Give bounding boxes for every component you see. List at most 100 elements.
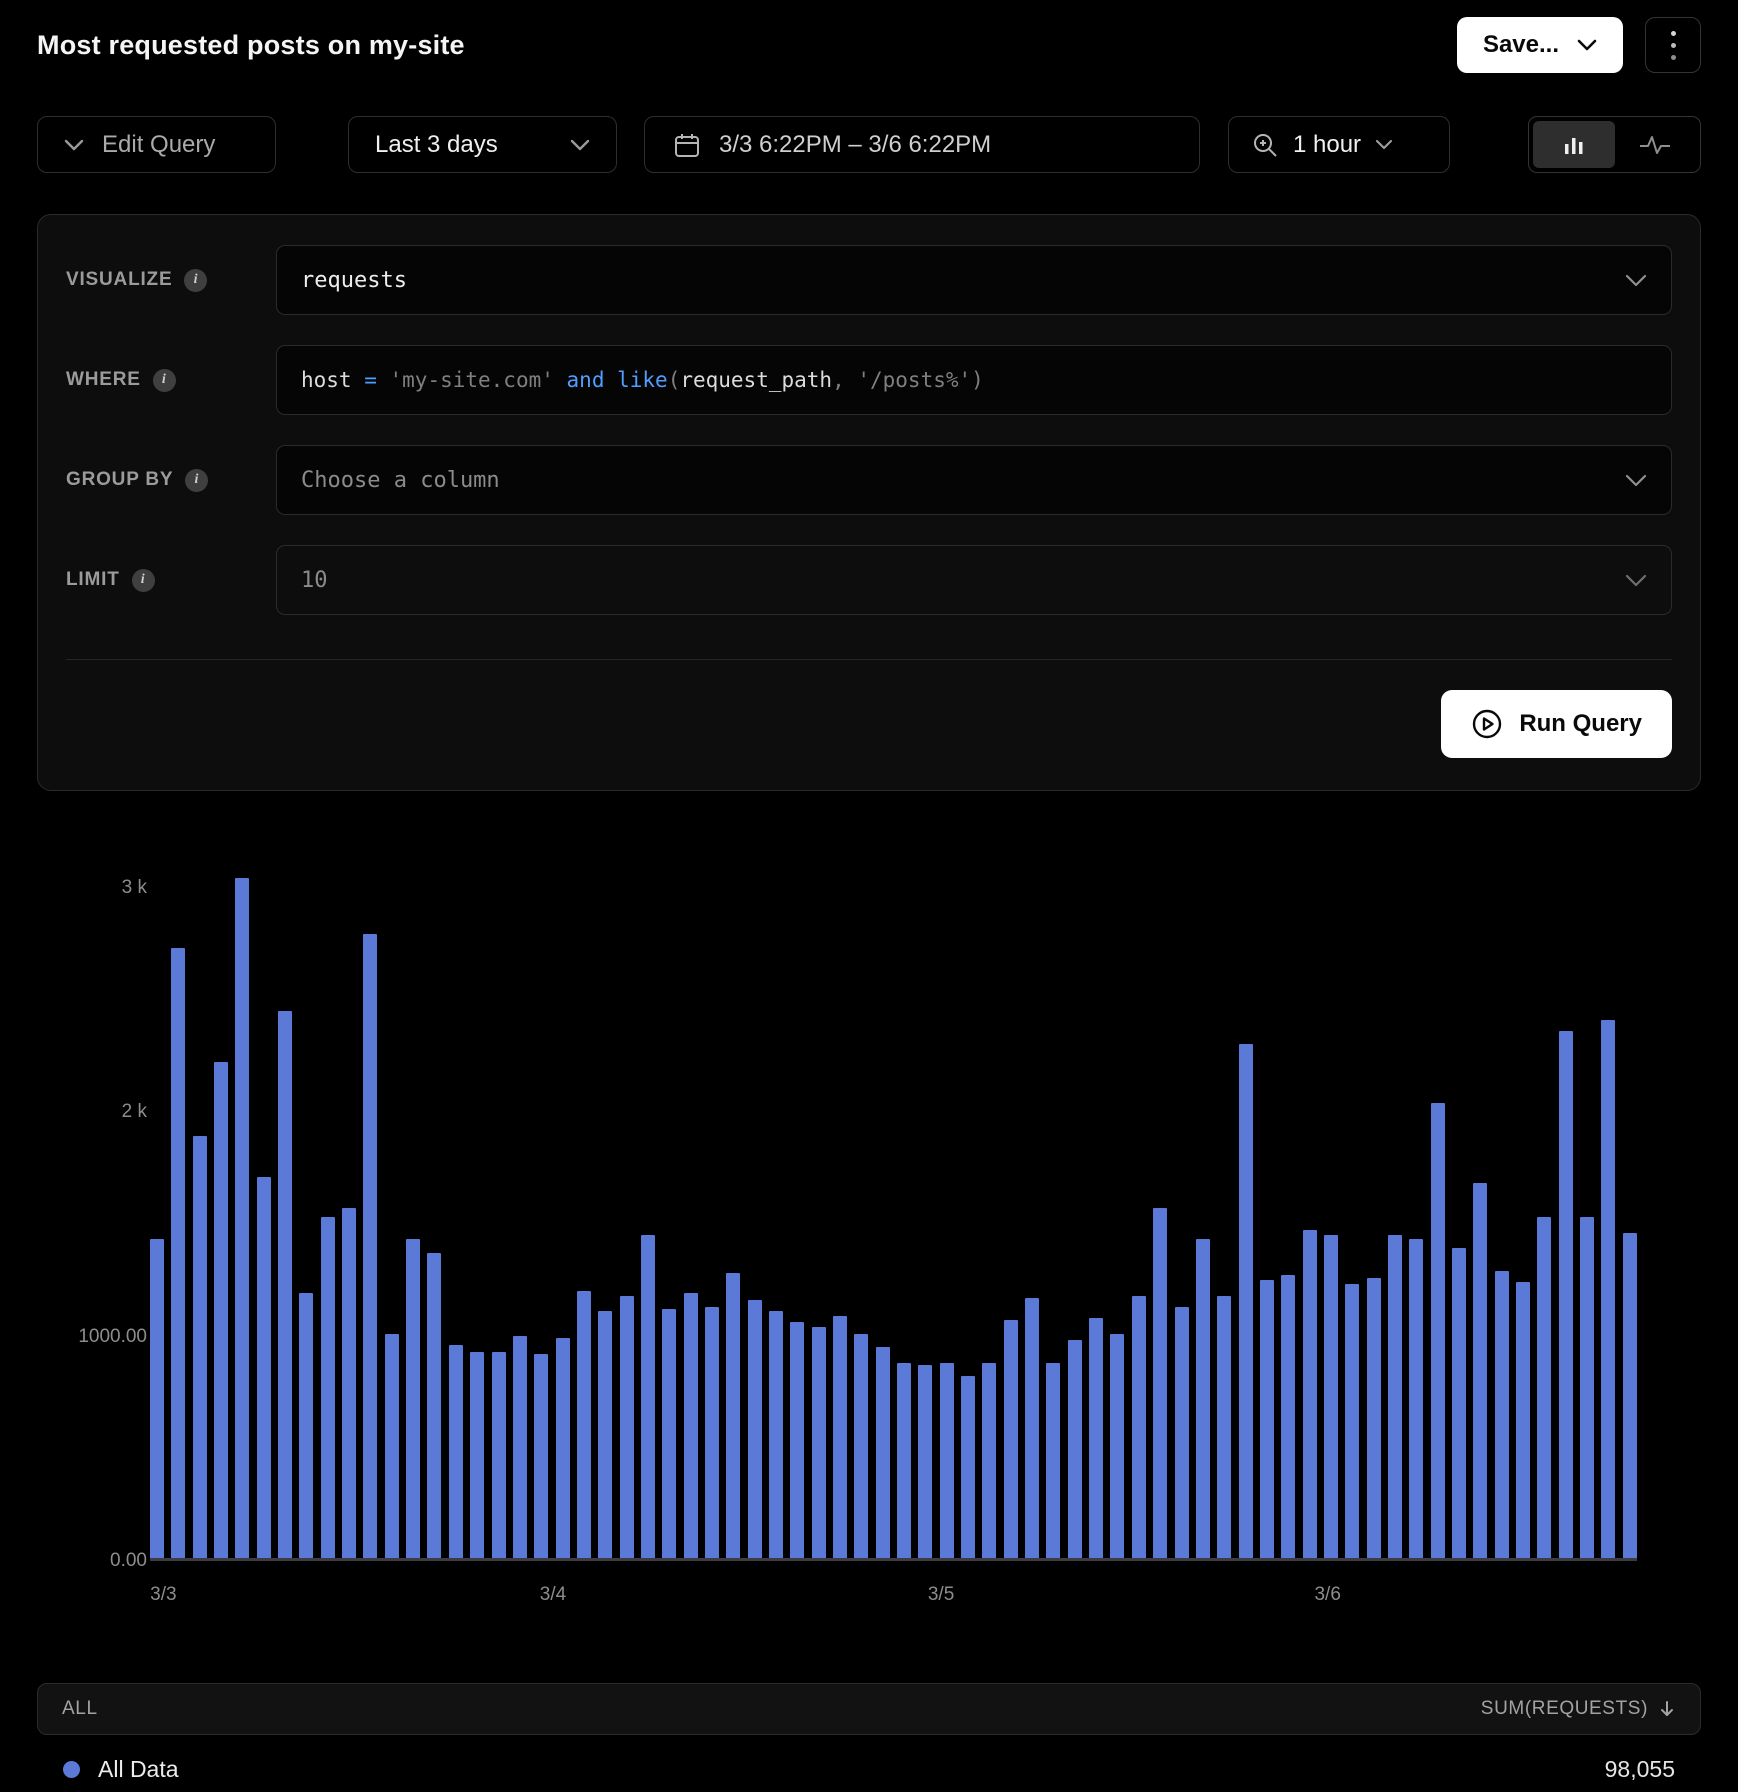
result-table-row[interactable]: All Data 98,055: [37, 1738, 1701, 1792]
chart-bar[interactable]: [854, 1334, 868, 1558]
chart-bar[interactable]: [1303, 1230, 1317, 1558]
chevron-down-icon: [64, 139, 84, 151]
chart-bar[interactable]: [918, 1365, 932, 1558]
chart-bar[interactable]: [1388, 1235, 1402, 1558]
where-token: and: [567, 368, 618, 392]
chart-bar[interactable]: [1132, 1296, 1146, 1559]
chart-bar[interactable]: [876, 1347, 890, 1558]
chart-bar[interactable]: [1239, 1044, 1253, 1558]
chart-bar[interactable]: [961, 1376, 975, 1558]
info-icon[interactable]: i: [153, 369, 176, 392]
granularity-select[interactable]: 1 hour: [1228, 116, 1450, 173]
chart-bar[interactable]: [641, 1235, 655, 1558]
chart-bar[interactable]: [812, 1327, 826, 1558]
chart-bar[interactable]: [427, 1253, 441, 1558]
chart-bar[interactable]: [513, 1336, 527, 1558]
chart-bar[interactable]: [897, 1363, 911, 1558]
arrow-down-icon: [1658, 1699, 1676, 1719]
chart-bar[interactable]: [193, 1136, 207, 1558]
info-icon[interactable]: i: [184, 269, 207, 292]
chart-bar[interactable]: [1110, 1334, 1124, 1558]
chart-bar[interactable]: [1537, 1217, 1551, 1558]
info-icon[interactable]: i: [132, 569, 155, 592]
save-button[interactable]: Save...: [1457, 17, 1623, 73]
chart-bar[interactable]: [833, 1316, 847, 1558]
chart-bar[interactable]: [1580, 1217, 1594, 1558]
chart-bar[interactable]: [982, 1363, 996, 1558]
chart-bar[interactable]: [726, 1273, 740, 1558]
chart-bar[interactable]: [1025, 1298, 1039, 1558]
chart-plot[interactable]: [150, 861, 1637, 1561]
chart-bar[interactable]: [684, 1293, 698, 1558]
chart-bar[interactable]: [790, 1322, 804, 1558]
chart-bar[interactable]: [705, 1307, 719, 1558]
chart-bar[interactable]: [556, 1338, 570, 1558]
chart-bar[interactable]: [534, 1354, 548, 1558]
chart-bar[interactable]: [492, 1352, 506, 1558]
chart-bar[interactable]: [321, 1217, 335, 1558]
chart-bar[interactable]: [449, 1345, 463, 1558]
chart-bar[interactable]: [1004, 1320, 1018, 1558]
chart-bar[interactable]: [1345, 1284, 1359, 1558]
chart-bar[interactable]: [577, 1291, 591, 1558]
chart-bar[interactable]: [1367, 1278, 1381, 1558]
chart-bar[interactable]: [278, 1011, 292, 1558]
chart-bar[interactable]: [1175, 1307, 1189, 1558]
chart-bar[interactable]: [1196, 1239, 1210, 1558]
chart-bar[interactable]: [1046, 1363, 1060, 1558]
chart-bar[interactable]: [363, 934, 377, 1558]
where-label-text: WHERE: [66, 369, 141, 391]
edit-query-button[interactable]: Edit Query: [37, 116, 276, 173]
chart-bar[interactable]: [257, 1177, 271, 1558]
chart-bar[interactable]: [1601, 1020, 1615, 1559]
play-circle-icon: [1471, 708, 1503, 740]
chart-bar[interactable]: [385, 1334, 399, 1558]
chart-bar[interactable]: [150, 1239, 164, 1558]
chart-bar[interactable]: [1089, 1318, 1103, 1558]
limit-label: LIMIT i: [66, 569, 276, 592]
group-by-placeholder: Choose a column: [301, 468, 500, 493]
chart-bar[interactable]: [1495, 1271, 1509, 1558]
chart-bar[interactable]: [769, 1311, 783, 1558]
more-menu-button[interactable]: [1645, 17, 1701, 73]
chart-bar[interactable]: [662, 1309, 676, 1558]
chart-bar[interactable]: [1068, 1340, 1082, 1558]
chart-bar[interactable]: [235, 878, 249, 1558]
bar-chart-toggle[interactable]: [1533, 121, 1615, 168]
limit-select[interactable]: 10: [276, 545, 1672, 615]
chart-bar[interactable]: [299, 1293, 313, 1558]
chart-bar[interactable]: [1452, 1248, 1466, 1558]
where-token: request_path: [680, 368, 832, 392]
chart-bar[interactable]: [1409, 1239, 1423, 1558]
chart-bar[interactable]: [1324, 1235, 1338, 1558]
chart-bar[interactable]: [940, 1363, 954, 1558]
info-icon[interactable]: i: [185, 469, 208, 492]
chart-bar[interactable]: [470, 1352, 484, 1558]
chart-bar[interactable]: [1153, 1208, 1167, 1558]
query-builder-page: Most requested posts on my-site Save...: [0, 0, 1738, 1792]
where-input[interactable]: host = 'my-site.com' and like(request_pa…: [276, 345, 1672, 415]
chart-bar[interactable]: [406, 1239, 420, 1558]
chart-bar[interactable]: [1260, 1280, 1274, 1558]
visualize-select[interactable]: requests: [276, 245, 1672, 315]
chart-bar[interactable]: [1281, 1275, 1295, 1558]
chart-bar[interactable]: [214, 1062, 228, 1558]
date-range-button[interactable]: 3/3 6:22PM – 3/6 6:22PM: [644, 116, 1200, 173]
chart-bar[interactable]: [1473, 1183, 1487, 1558]
chart-bar[interactable]: [1623, 1233, 1637, 1558]
chart-bar[interactable]: [748, 1300, 762, 1558]
chart-bar[interactable]: [171, 948, 185, 1558]
chart-bar[interactable]: [1516, 1282, 1530, 1558]
visualize-label: VISUALIZE i: [66, 269, 276, 292]
line-chart-toggle[interactable]: [1615, 121, 1697, 168]
run-query-button[interactable]: Run Query: [1441, 690, 1672, 758]
chart-bar[interactable]: [1431, 1103, 1445, 1558]
chart-bar[interactable]: [620, 1296, 634, 1559]
chart-bar[interactable]: [598, 1311, 612, 1558]
time-range-select[interactable]: Last 3 days: [348, 116, 617, 173]
group-by-select[interactable]: Choose a column: [276, 445, 1672, 515]
chart-bar[interactable]: [342, 1208, 356, 1558]
chart-bar[interactable]: [1559, 1031, 1573, 1558]
chart-bar[interactable]: [1217, 1296, 1231, 1559]
column-sum[interactable]: SUM(REQUESTS): [1481, 1698, 1676, 1720]
